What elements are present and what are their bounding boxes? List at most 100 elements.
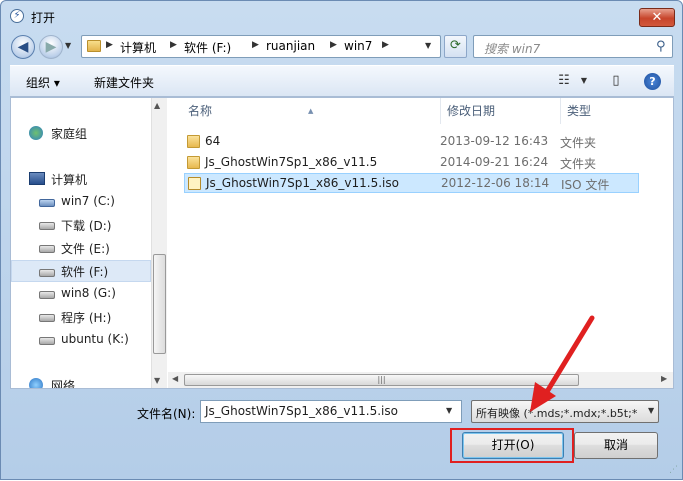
sidebar-item-label: win7 (C:) (61, 194, 115, 208)
breadcrumb-drive[interactable]: 软件 (F:) (184, 39, 231, 56)
search-placeholder: 搜索 win7 (484, 42, 541, 56)
scrollbar-thumb[interactable]: ||| (184, 374, 579, 386)
breadcrumb-separator-icon[interactable]: ▶ (382, 40, 389, 50)
filename-input[interactable]: Js_GhostWin7Sp1_x86_v11.5.iso (200, 400, 462, 423)
column-label: 名称 (188, 104, 213, 118)
open-file-dialog: ⚡ 打开 ✕ ◀ ▶ ▼ ▶ 计算机 ▶ 软件 (F:) ▶ ruanjian … (0, 0, 683, 480)
breadcrumb-computer[interactable]: 计算机 (120, 39, 156, 56)
drive-icon (39, 222, 55, 230)
folder-icon (187, 135, 200, 148)
homegroup-icon (29, 126, 43, 140)
search-icon[interactable]: ⚲ (656, 39, 666, 54)
drive-icon (39, 337, 55, 345)
title-bar: ⚡ 打开 ✕ (1, 1, 682, 31)
open-button[interactable]: 打开(O) (462, 432, 564, 459)
file-type: ISO 文件 (561, 178, 610, 192)
drive-icon (39, 269, 55, 277)
iso-file-icon (188, 177, 201, 190)
sidebar-item-label: win8 (G:) (61, 286, 116, 300)
drive-icon (39, 314, 55, 322)
address-dropdown-icon[interactable]: ▼ (425, 41, 431, 50)
organize-button[interactable]: 组织 ▾ (26, 74, 60, 91)
sidebar-item-network[interactable]: 网络 (11, 374, 151, 388)
folder-icon (187, 156, 200, 169)
file-name: 64 (205, 134, 221, 148)
sidebar-item-label: 程序 (H:) (61, 311, 112, 325)
forward-button[interactable]: ▶ (39, 35, 63, 59)
filetype-dropdown-icon[interactable]: ▼ (648, 406, 654, 415)
sidebar-item-computer[interactable]: 计算机 (11, 168, 151, 190)
breadcrumb-folder[interactable]: ruanjian (266, 39, 315, 53)
horizontal-scrollbar[interactable]: ◀ ||| ▶ (168, 372, 673, 388)
resize-grip-icon[interactable]: ⋰ (669, 465, 678, 475)
file-type: 文件夹 (560, 136, 597, 150)
network-icon (29, 378, 43, 388)
column-label: 修改日期 (447, 104, 496, 118)
sidebar-item-label: 家庭组 (51, 127, 88, 141)
breadcrumb-separator-icon[interactable]: ▶ (330, 40, 337, 50)
command-toolbar: 组织 ▾ 新建文件夹 ☷ ▼ ▯ ? (10, 65, 674, 97)
cancel-button[interactable]: 取消 (574, 432, 658, 459)
folder-icon (87, 40, 101, 52)
sidebar-item-label: 计算机 (51, 173, 88, 187)
sidebar-item-drive-g[interactable]: win8 (G:) (11, 283, 151, 305)
breadcrumb-separator-icon[interactable]: ▶ (170, 40, 177, 50)
filename-dropdown-icon[interactable]: ▼ (446, 406, 452, 415)
sidebar-item-drive-c[interactable]: win7 (C:) (11, 191, 151, 213)
sort-arrow-icon: ▲ (308, 107, 314, 115)
view-dropdown-icon[interactable]: ▼ (574, 72, 594, 90)
view-options-icon[interactable]: ☷ (554, 72, 574, 90)
file-name: Js_GhostWin7Sp1_x86_v11.5.iso (206, 176, 399, 190)
refresh-icon: ⟳ (450, 38, 461, 53)
scrollbar-thumb[interactable] (153, 254, 166, 354)
navigation-scrollbar[interactable]: ▲ ▼ (151, 98, 167, 388)
new-folder-button[interactable]: 新建文件夹 (94, 74, 154, 91)
search-box[interactable]: 搜索 win7 ⚲ (473, 35, 673, 58)
file-row-selected[interactable]: Js_GhostWin7Sp1_x86_v11.5.iso 2012-12-06… (184, 173, 639, 193)
file-date: 2013-09-12 16:43 (440, 134, 549, 148)
scroll-down-icon[interactable]: ▼ (154, 376, 160, 385)
filename-label: 文件名(N): (137, 407, 196, 421)
file-row[interactable]: 64 2013-09-12 16:43 文件夹 (184, 132, 639, 152)
file-row[interactable]: Js_GhostWin7Sp1_x86_v11.5 2014-09-21 16:… (184, 153, 639, 173)
sidebar-item-homegroup[interactable]: 家庭组 (11, 122, 151, 144)
file-date: 2014-09-21 16:24 (440, 155, 549, 169)
breadcrumb-separator-icon[interactable]: ▶ (252, 40, 259, 50)
file-name: Js_GhostWin7Sp1_x86_v11.5 (205, 155, 378, 169)
sidebar-item-label: 网络 (51, 379, 76, 388)
filetype-select[interactable]: 所有映像 (*.mds;*.mdx;*.b5t;* (471, 400, 659, 423)
column-header-type[interactable]: 类型 (561, 98, 673, 124)
dialog-footer: 文件名(N): Js_GhostWin7Sp1_x86_v11.5.iso ▼ … (1, 389, 682, 481)
scroll-up-icon[interactable]: ▲ (154, 101, 160, 110)
file-list-pane: 名称 ▲ 修改日期 类型 64 2013-09-12 16:43 文件夹 Js_… (168, 98, 673, 388)
column-header-name[interactable]: 名称 ▲ (168, 98, 441, 124)
back-button[interactable]: ◀ (11, 35, 35, 59)
help-icon[interactable]: ? (644, 73, 661, 90)
refresh-button[interactable]: ⟳ (444, 35, 467, 58)
sidebar-item-drive-k[interactable]: ubuntu (K:) (11, 329, 151, 351)
sidebar-item-drive-e[interactable]: 文件 (E:) (11, 237, 151, 259)
preview-pane-icon[interactable]: ▯ (606, 72, 626, 90)
window-title: 打开 (31, 11, 56, 25)
close-button[interactable]: ✕ (639, 8, 675, 27)
history-dropdown-icon[interactable]: ▼ (65, 41, 71, 50)
breadcrumb-separator-icon[interactable]: ▶ (106, 40, 113, 50)
browser-content: 家庭组 计算机 win7 (C:) 下载 (D:) 文件 (E:) 软件 (F:… (10, 97, 674, 389)
scroll-left-icon[interactable]: ◀ (172, 374, 178, 383)
drive-icon (39, 245, 55, 253)
sidebar-item-drive-h[interactable]: 程序 (H:) (11, 306, 151, 328)
sidebar-item-label: 文件 (E:) (61, 242, 110, 256)
sidebar-item-label: 下载 (D:) (61, 219, 112, 233)
column-header-date[interactable]: 修改日期 (441, 98, 561, 124)
navigation-pane: 家庭组 计算机 win7 (C:) 下载 (D:) 文件 (E:) 软件 (F:… (11, 98, 151, 388)
column-label: 类型 (567, 104, 592, 118)
file-date: 2012-12-06 18:14 (441, 176, 550, 190)
dialog-app-icon: ⚡ (10, 9, 24, 23)
address-bar[interactable]: ▶ 计算机 ▶ 软件 (F:) ▶ ruanjian ▶ win7 ▶ ▼ (81, 35, 441, 58)
sidebar-item-drive-d[interactable]: 下载 (D:) (11, 214, 151, 236)
navigation-bar: ◀ ▶ ▼ ▶ 计算机 ▶ 软件 (F:) ▶ ruanjian ▶ win7 … (1, 31, 682, 63)
scroll-right-icon[interactable]: ▶ (661, 374, 667, 383)
sidebar-item-drive-f[interactable]: 软件 (F:) (11, 260, 151, 282)
sidebar-item-label: ubuntu (K:) (61, 332, 129, 346)
breadcrumb-current[interactable]: win7 (344, 39, 372, 53)
